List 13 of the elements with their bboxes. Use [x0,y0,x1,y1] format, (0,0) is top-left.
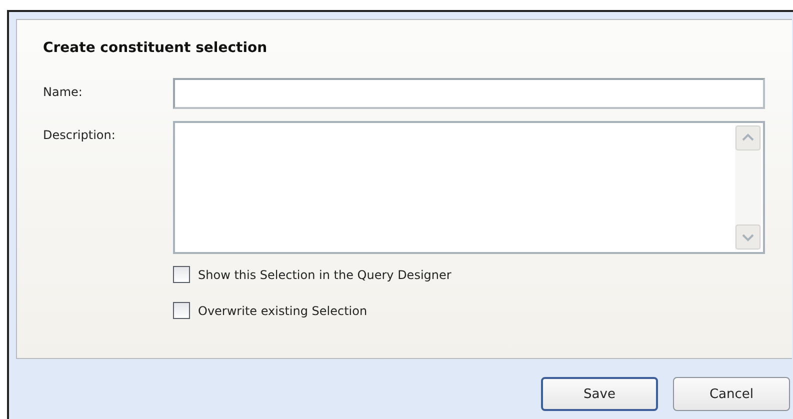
dialog-title: Create constituent selection [43,40,268,56]
field-label: Description: [43,127,116,142]
name-field[interactable] [173,78,765,109]
scroll-up-icon[interactable] [735,125,761,151]
checkbox[interactable] [173,266,190,283]
checkbox[interactable] [173,302,190,319]
checkbox-label: Show this Selection in the Query Designer [198,268,452,282]
save-button[interactable]: Save [541,377,658,411]
checkbox-label: Overwrite existing Selection [198,304,368,318]
description-field[interactable] [173,121,765,254]
field-label: Name: [43,84,84,99]
scroll-down-icon[interactable] [735,224,761,250]
cancel-button[interactable]: Cancel [673,377,790,411]
